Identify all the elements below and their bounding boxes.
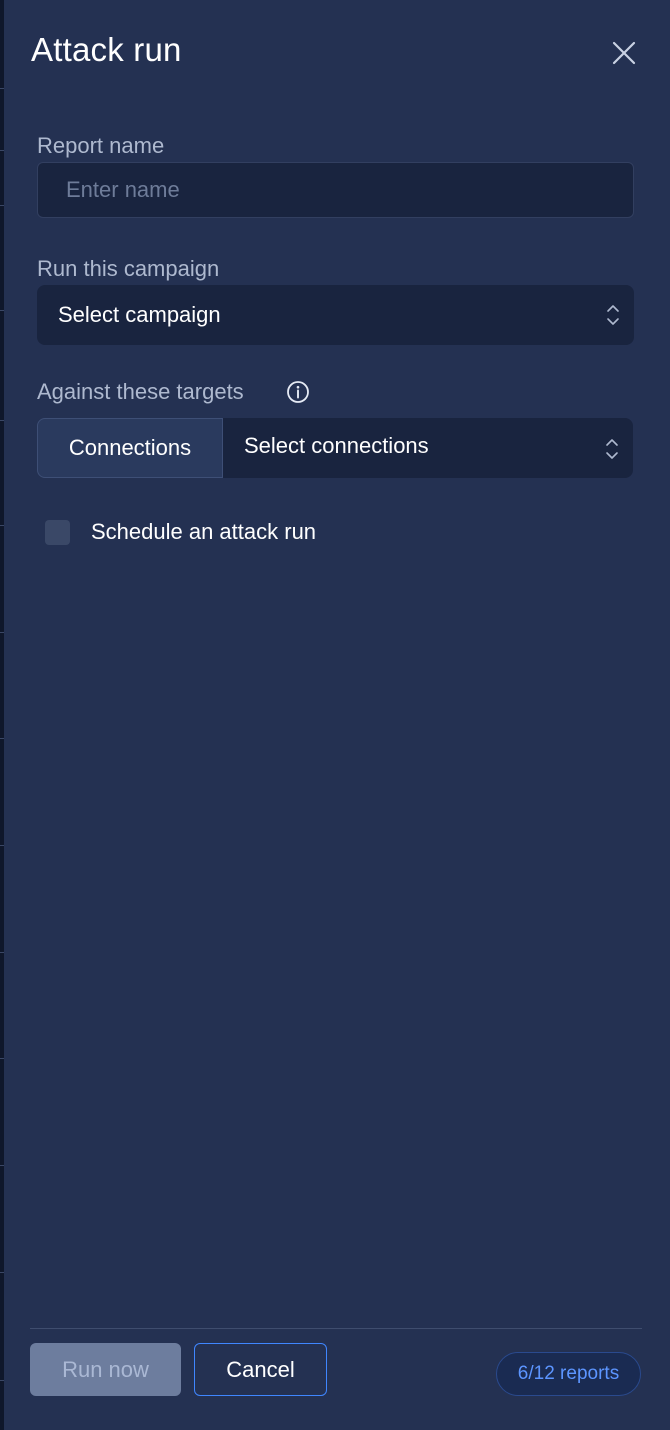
- campaign-select-value: Select campaign: [58, 302, 221, 327]
- chevron-up-down-icon: [606, 439, 618, 459]
- report-name-label: Report name: [37, 133, 165, 158]
- connections-type-button[interactable]: Connections: [37, 418, 223, 478]
- attack-run-dialog: Attack run Report name Run this campaign…: [4, 0, 670, 1430]
- connections-type-label: Connections: [68, 435, 192, 460]
- report-name-input[interactable]: [37, 162, 634, 218]
- footer-divider: [30, 1328, 642, 1329]
- campaign-label: Run this campaign: [37, 256, 220, 281]
- cancel-button[interactable]: Cancel: [194, 1343, 327, 1396]
- dialog-title: Attack run: [31, 31, 182, 68]
- schedule-label[interactable]: Schedule an attack run: [91, 519, 316, 545]
- connections-select[interactable]: Select connections: [223, 418, 633, 478]
- info-icon[interactable]: [286, 380, 310, 404]
- close-button[interactable]: [608, 37, 640, 69]
- close-icon: [612, 41, 636, 65]
- schedule-checkbox[interactable]: [45, 520, 70, 545]
- run-now-button[interactable]: Run now: [30, 1343, 181, 1396]
- connections-select-value: Select connections: [244, 433, 429, 459]
- targets-label: Against these targets: [37, 379, 244, 404]
- reports-count-badge: 6/12 reports: [496, 1352, 641, 1396]
- chevron-up-down-icon: [607, 305, 619, 325]
- campaign-select[interactable]: Select campaign: [37, 285, 634, 345]
